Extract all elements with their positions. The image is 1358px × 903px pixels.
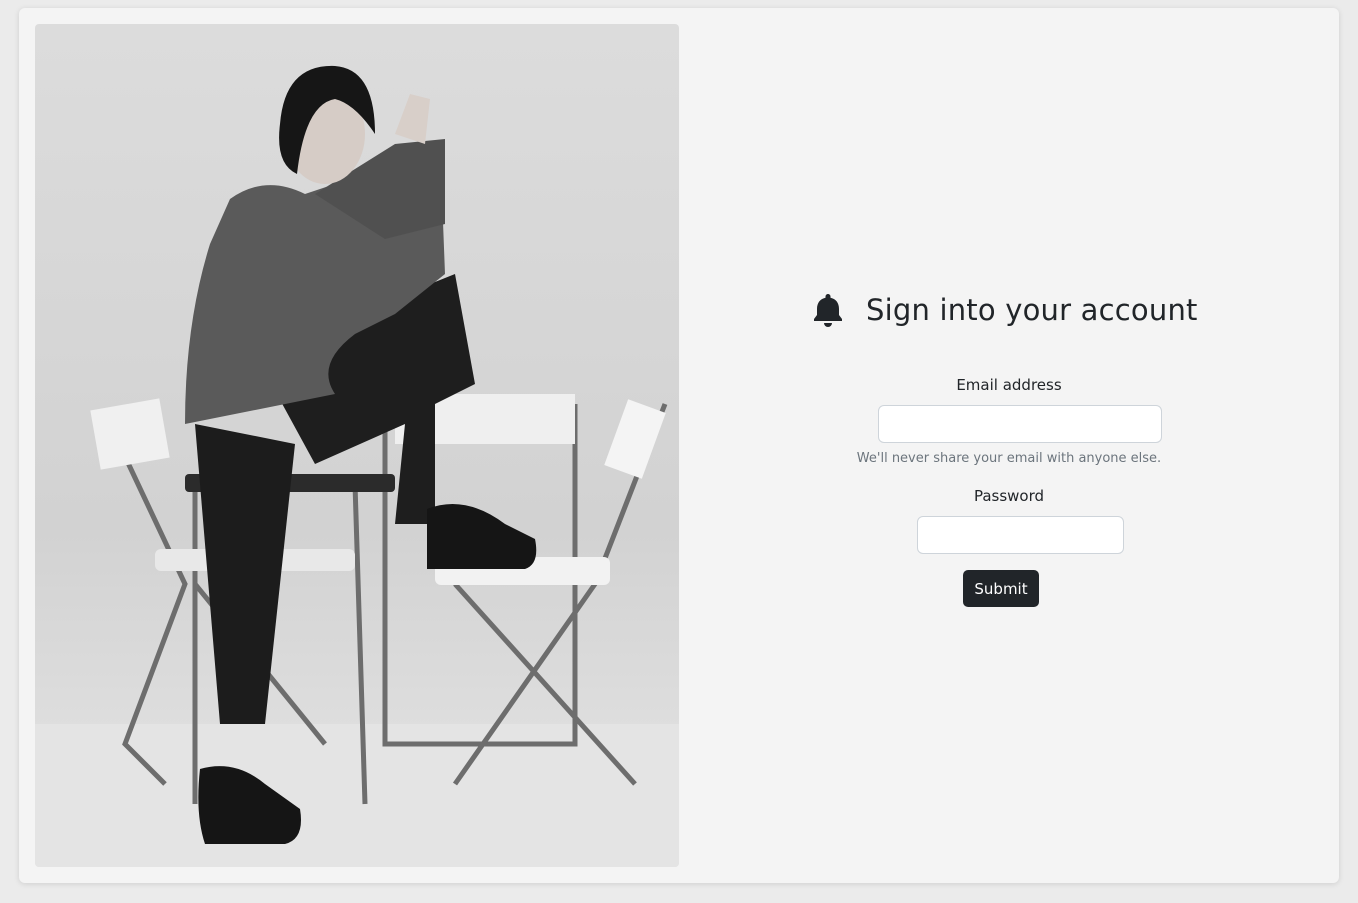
submit-button[interactable]: Submit bbox=[963, 570, 1039, 607]
form-heading: Sign into your account bbox=[812, 292, 1198, 328]
email-hint: We'll never share your email with anyone… bbox=[856, 451, 1162, 466]
fashion-photo bbox=[35, 24, 679, 867]
email-label: Email address bbox=[956, 376, 1062, 394]
photo-illustration bbox=[35, 65, 679, 867]
bell-icon bbox=[814, 294, 842, 327]
password-label: Password bbox=[973, 487, 1045, 505]
email-field[interactable] bbox=[878, 405, 1162, 443]
password-field[interactable] bbox=[917, 516, 1124, 554]
login-form: Sign into your account Email address We'… bbox=[679, 8, 1339, 883]
page-title: Sign into your account bbox=[866, 293, 1198, 327]
login-card: Sign into your account Email address We'… bbox=[19, 8, 1339, 883]
